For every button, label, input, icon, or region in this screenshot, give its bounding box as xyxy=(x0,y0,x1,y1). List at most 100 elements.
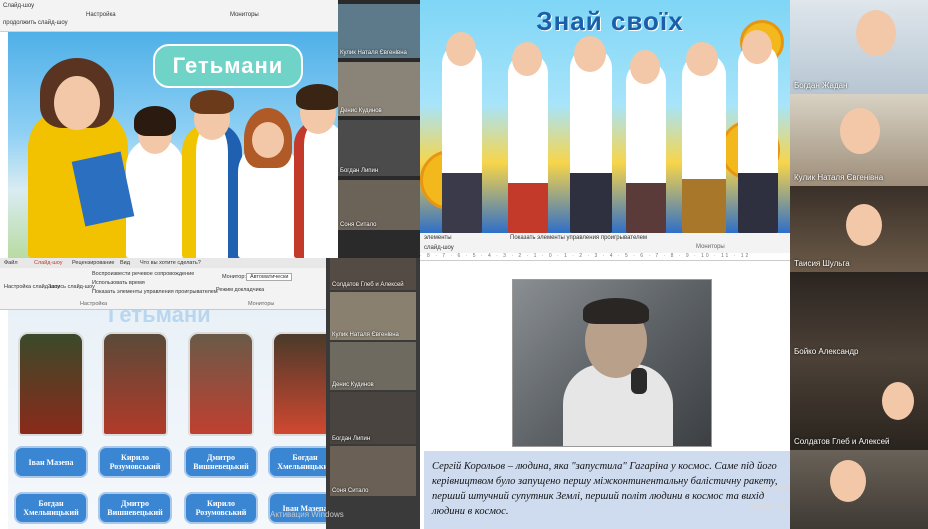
participant-tile[interactable]: Богдан Жадан xyxy=(790,0,928,94)
student-hair xyxy=(296,84,338,110)
hair-shape xyxy=(583,298,649,324)
activation-watermark: Активация Windows xyxy=(760,481,790,495)
student-head xyxy=(446,32,476,66)
participant-name: Бойко Александр xyxy=(794,347,859,356)
participant-name: Кулик Наталя Євгенівна xyxy=(332,332,399,338)
ribbon-tab[interactable]: Рецензирование xyxy=(72,260,114,266)
student-hair xyxy=(190,90,234,114)
record-slideshow-button[interactable]: Запись слайд-шоу xyxy=(48,284,95,290)
option-media-controls[interactable]: Показать элементы управления проигрывате… xyxy=(510,235,647,241)
name-card[interactable]: Кирило Розумовський xyxy=(98,446,172,478)
ribbon-tab[interactable]: Файл xyxy=(4,260,18,266)
name-card[interactable]: Богдан Хмельницький xyxy=(14,492,88,524)
monitor-select[interactable]: Автоматически xyxy=(246,273,293,281)
ribbon-group-setup: Настройка xyxy=(86,12,116,18)
name-card[interactable]: Іван Мазепа xyxy=(268,492,326,524)
option-narration[interactable]: Воспроизвести речевое сопровождение xyxy=(92,271,194,277)
participant-thumb[interactable]: Богдан Липин xyxy=(330,392,416,444)
start-slideshow-button[interactable]: слайд-шоу xyxy=(424,245,454,251)
participant-tile[interactable]: Солдатов Глеб и Алексей xyxy=(790,360,928,450)
student-hair xyxy=(134,106,176,136)
student-head xyxy=(630,50,660,84)
student-figure xyxy=(182,122,242,258)
participant-tile[interactable]: Таисия Шульга xyxy=(790,186,928,272)
ribbon-tab[interactable]: Вид xyxy=(120,260,130,266)
ribbon-search[interactable]: Что вы хотите сделать? xyxy=(140,260,201,266)
participant-thumbnails: Кулик Наталя Євгенівна Денис Кудинов Бог… xyxy=(338,0,420,258)
participant-name: Денис Кудинов xyxy=(340,108,382,114)
participant-thumb[interactable]: Соня Ситало xyxy=(330,446,416,496)
shared-screen-hetmany-portraits: Файл Слайд-шоу Рецензирование Вид Что вы… xyxy=(0,258,420,529)
participant-tile[interactable]: Бойко Александр xyxy=(790,272,928,360)
name-card[interactable]: Дмитро Вишневецький xyxy=(98,492,172,524)
microphone-icon xyxy=(631,368,647,394)
continue-slideshow-button[interactable]: продолжить слайд-шоу xyxy=(3,20,68,26)
avatar xyxy=(856,10,896,56)
ribbon-tab[interactable]: элементы xyxy=(424,235,452,241)
slide-title: Гетьмани xyxy=(153,44,303,88)
monitor-label: Монитор: xyxy=(222,274,246,280)
student-figure xyxy=(294,120,338,258)
korolev-photo xyxy=(512,279,712,447)
ribbon-group-setup: Настройка xyxy=(80,301,108,307)
ribbon-group-monitors: Мониторы xyxy=(696,244,725,250)
student-head xyxy=(574,36,606,72)
participant-gallery: Богдан Жадан Кулик Наталя Євгенівна Таис… xyxy=(790,0,928,529)
name-card[interactable]: Іван Мазепа xyxy=(14,446,88,478)
presenter-view-checkbox[interactable]: Режим докладчика xyxy=(216,287,264,293)
student-figure xyxy=(738,43,778,233)
student-figure xyxy=(570,47,612,233)
option-media-controls[interactable]: Показать элементы управления проигрывате… xyxy=(92,289,218,295)
participant-thumb[interactable]: Богдан Липин xyxy=(338,120,420,176)
portrait-rozumovsky xyxy=(102,332,168,436)
student-head xyxy=(686,42,718,76)
participant-thumb[interactable]: Соня Ситало xyxy=(338,180,420,230)
participant-thumb[interactable]: Кулик Наталя Євгенівна xyxy=(330,292,416,340)
name-card[interactable]: Кирило Розумовський xyxy=(184,492,258,524)
participant-name: Соня Ситало xyxy=(332,488,369,494)
ribbon-toolbar: Файл Слайд-шоу Рецензирование Вид Что вы… xyxy=(0,258,330,310)
student-face xyxy=(252,122,284,158)
student-figure xyxy=(682,53,726,233)
name-card[interactable]: Дмитро Вишневецький xyxy=(184,446,258,478)
participant-name: Соня Ситало xyxy=(340,222,377,228)
avatar xyxy=(846,204,882,246)
participant-name: Денис Кудинов xyxy=(332,382,374,388)
avatar xyxy=(830,460,866,502)
participant-name: Таисия Шульга xyxy=(794,259,850,268)
student-figure xyxy=(626,61,666,233)
ribbon-tab[interactable]: Слайд-шоу xyxy=(3,3,34,9)
avatar xyxy=(882,382,914,420)
portrait-vyshnevetsky xyxy=(188,332,254,436)
slide-korolev: Сергій Корольов – людина, яка "запустила… xyxy=(422,261,790,529)
student-head xyxy=(742,30,772,64)
ribbon-toolbar: Слайд-шоу Настройка Мониторы продолжить … xyxy=(0,0,340,32)
avatar xyxy=(840,108,880,154)
name-card[interactable]: Богдан Хмельницький xyxy=(268,446,326,478)
slide-hetmany: Гетьмани xyxy=(8,32,338,258)
ribbon-tab-active[interactable]: Слайд-шоу xyxy=(34,260,63,266)
student-figure xyxy=(442,43,482,233)
portrait-khmelnytsky xyxy=(272,332,326,436)
participant-name: Богдан Липин xyxy=(332,436,371,442)
teacher-face xyxy=(54,76,100,130)
participant-thumb[interactable]: Кулик Наталя Євгенівна xyxy=(338,4,420,58)
activation-watermark: Активация Windows xyxy=(270,510,344,519)
slide-title: Гетьмани xyxy=(108,310,211,327)
participant-tile[interactable]: Кулик Наталя Євгенівна xyxy=(790,94,928,186)
participant-name: Солдатов Глеб и Алексей xyxy=(332,282,404,288)
shared-screen-znai-svoikh: Знай своїх xyxy=(420,0,792,233)
participant-name: Солдатов Глеб и Алексей xyxy=(794,437,890,446)
slide-caption: Сергій Корольов – людина, яка "запустила… xyxy=(424,451,790,529)
participant-thumb[interactable]: Солдатов Глеб и Алексей xyxy=(330,258,416,290)
participant-thumb[interactable]: Денис Кудинов xyxy=(338,62,420,116)
participant-tile[interactable] xyxy=(790,450,928,529)
ribbon-group-monitors: Мониторы xyxy=(230,12,259,18)
student-figure xyxy=(126,138,184,258)
option-timings[interactable]: Использовать время xyxy=(92,280,145,286)
participant-thumb[interactable]: Денис Кудинов xyxy=(330,342,416,390)
slide-hetmany-portraits: Гетьмани Іван Мазепа Кирило Розумовський… xyxy=(8,310,326,529)
slide-title: Знай своїх xyxy=(536,6,684,36)
participant-name: Кулик Наталя Євгенівна xyxy=(340,50,407,56)
shared-screen-hetmany: Слайд-шоу Настройка Мониторы продолжить … xyxy=(0,0,420,258)
